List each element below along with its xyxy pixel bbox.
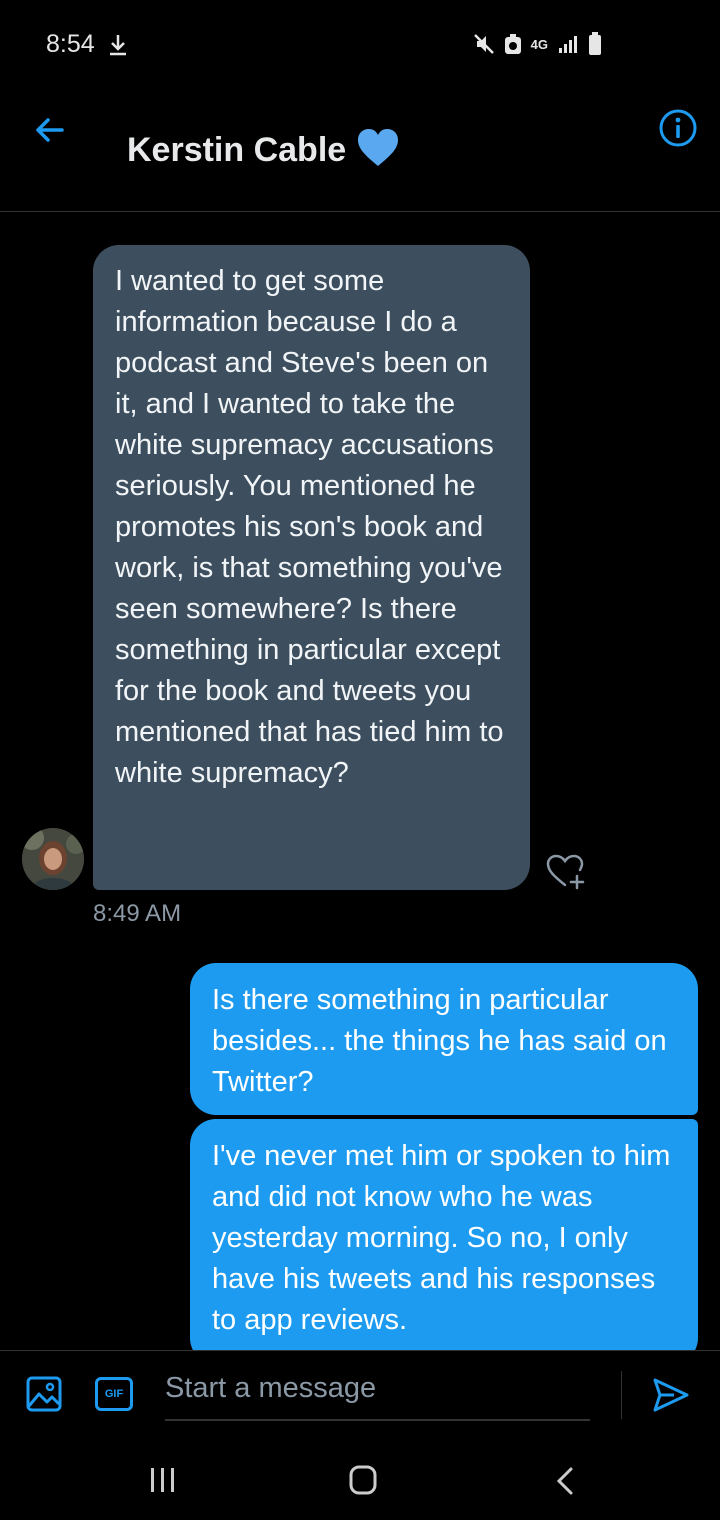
image-icon [26, 1376, 62, 1412]
incoming-message[interactable]: I wanted to get some information because… [93, 245, 530, 890]
battery-icon [588, 32, 602, 56]
back-button[interactable] [30, 110, 70, 150]
info-button[interactable] [658, 108, 698, 153]
signal-icon [558, 34, 580, 54]
status-time: 8:54 [46, 30, 95, 58]
message-composer: GIF Start a message [0, 1350, 720, 1442]
outgoing-message[interactable]: I've never met him or spoken to him and … [190, 1119, 698, 1364]
contact-name: Kerstin Cable [127, 131, 347, 169]
info-icon [659, 109, 697, 147]
chevron-left-icon [556, 1467, 573, 1495]
composer-divider [621, 1371, 622, 1419]
like-button[interactable] [544, 852, 588, 895]
heart-add-icon [546, 854, 585, 890]
message-input[interactable]: Start a message [165, 1369, 590, 1421]
recent-apps-button[interactable] [148, 1466, 178, 1499]
recent-apps-icon [151, 1468, 174, 1492]
conversation-title[interactable]: Kerstin Cable [127, 128, 400, 173]
conversation-header: Kerstin Cable [0, 90, 720, 212]
heart-icon [356, 128, 400, 173]
send-button[interactable] [652, 1377, 690, 1418]
download-icon [108, 33, 128, 62]
status-bar: 8:54 4G [0, 0, 720, 90]
home-button[interactable] [348, 1464, 378, 1501]
avatar[interactable] [22, 828, 84, 890]
mute-icon [473, 33, 495, 55]
data-saver-icon [503, 33, 523, 55]
send-icon [653, 1378, 689, 1412]
system-back-button[interactable] [554, 1466, 576, 1501]
gif-button[interactable]: GIF [95, 1377, 133, 1411]
network-type: 4G [530, 36, 548, 52]
status-icons: 4G [473, 32, 602, 56]
system-nav-bar [0, 1442, 720, 1520]
outgoing-message[interactable]: Is there something in particular besides… [190, 963, 698, 1115]
image-button[interactable] [26, 1376, 62, 1417]
message-timestamp: 8:49 AM [93, 900, 182, 927]
back-arrow-icon [36, 118, 64, 142]
home-icon [349, 1465, 377, 1495]
